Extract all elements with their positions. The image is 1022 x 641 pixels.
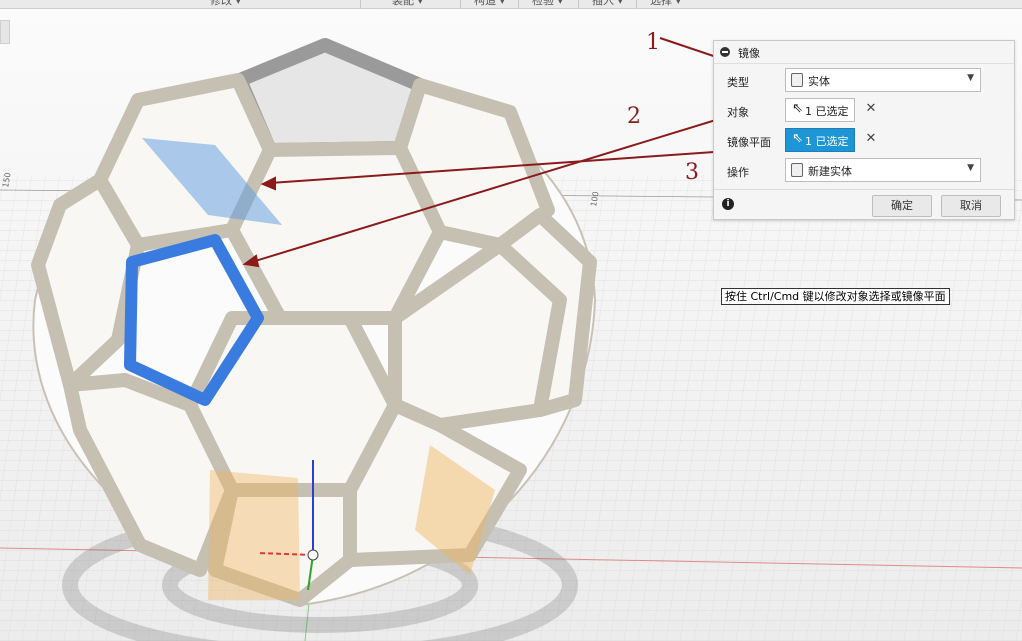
- info-icon[interactable]: i: [722, 198, 734, 210]
- cancel-button[interactable]: 取消: [941, 195, 1001, 217]
- new-body-icon: [791, 163, 803, 177]
- chevron-down-icon: ▼: [967, 73, 974, 83]
- cursor-icon: ⇖: [792, 101, 803, 116]
- dialog-footer: i 确定 取消: [714, 189, 1014, 220]
- ok-button[interactable]: 确定: [872, 195, 932, 217]
- type-select[interactable]: 实体 ▼: [785, 68, 981, 92]
- menu-insert[interactable]: 插入 ▾: [592, 0, 623, 8]
- chevron-down-icon: ▼: [967, 163, 974, 173]
- browser-panel-handle[interactable]: [0, 20, 10, 44]
- object-selection-button[interactable]: ⇖ 1 已选定: [785, 98, 855, 122]
- type-label: 类型: [727, 76, 749, 89]
- annotation-number-3: 3: [685, 160, 699, 185]
- operation-value: 新建实体: [808, 165, 852, 178]
- dialog-title: 镜像: [738, 47, 760, 60]
- menu-modify[interactable]: 修改 ▾: [210, 0, 241, 8]
- toolbar-separator: [518, 0, 519, 8]
- operation-select[interactable]: 新建实体 ▼: [785, 158, 981, 182]
- menu-select[interactable]: 选择 ▾: [650, 0, 681, 8]
- origin-plane-xy: [208, 470, 300, 600]
- mirror-plane-label: 镜像平面: [727, 136, 771, 149]
- clear-object-icon[interactable]: ✕: [864, 101, 878, 116]
- toolbar-separator: [636, 0, 637, 8]
- mirror-plane-selection-button[interactable]: ⇖ 1 已选定: [785, 128, 855, 152]
- mirror-dialog: 镜像 类型 实体 ▼ 对象 ⇖ 1 已选定 ✕ 镜像平面 ⇖ 1 已选定 ✕ 操…: [713, 40, 1015, 220]
- body-icon: [791, 73, 803, 87]
- object-label: 对象: [727, 106, 749, 119]
- toolbar-separator: [360, 0, 361, 8]
- origin-point[interactable]: [307, 549, 319, 561]
- menu-assemble[interactable]: 装配 ▾: [392, 0, 423, 8]
- object-selection-value: 1 已选定: [805, 105, 849, 118]
- selection-hint-tooltip: 按住 Ctrl/Cmd 键以修改对象选择或镜像平面: [721, 288, 950, 305]
- operation-label: 操作: [727, 166, 749, 179]
- annotation-number-2: 2: [627, 104, 641, 129]
- type-value: 实体: [808, 75, 830, 88]
- cursor-icon: ⇖: [792, 131, 803, 146]
- toolbar-separator: [578, 0, 579, 8]
- clear-plane-icon[interactable]: ✕: [864, 131, 878, 146]
- annotation-number-1: 1: [646, 30, 660, 55]
- menu-construct[interactable]: 构造 ▾: [474, 0, 505, 8]
- top-toolbar: 修改 ▾ 装配 ▾ 构造 ▾ 检验 ▾ 插入 ▾ 选择 ▾: [0, 0, 1022, 9]
- toolbar-separator: [460, 0, 461, 8]
- mirror-plane-selection-value: 1 已选定: [805, 135, 849, 148]
- menu-inspect[interactable]: 检验 ▾: [532, 0, 563, 8]
- dialog-header: 镜像: [714, 41, 1014, 64]
- collapse-icon[interactable]: [720, 47, 730, 57]
